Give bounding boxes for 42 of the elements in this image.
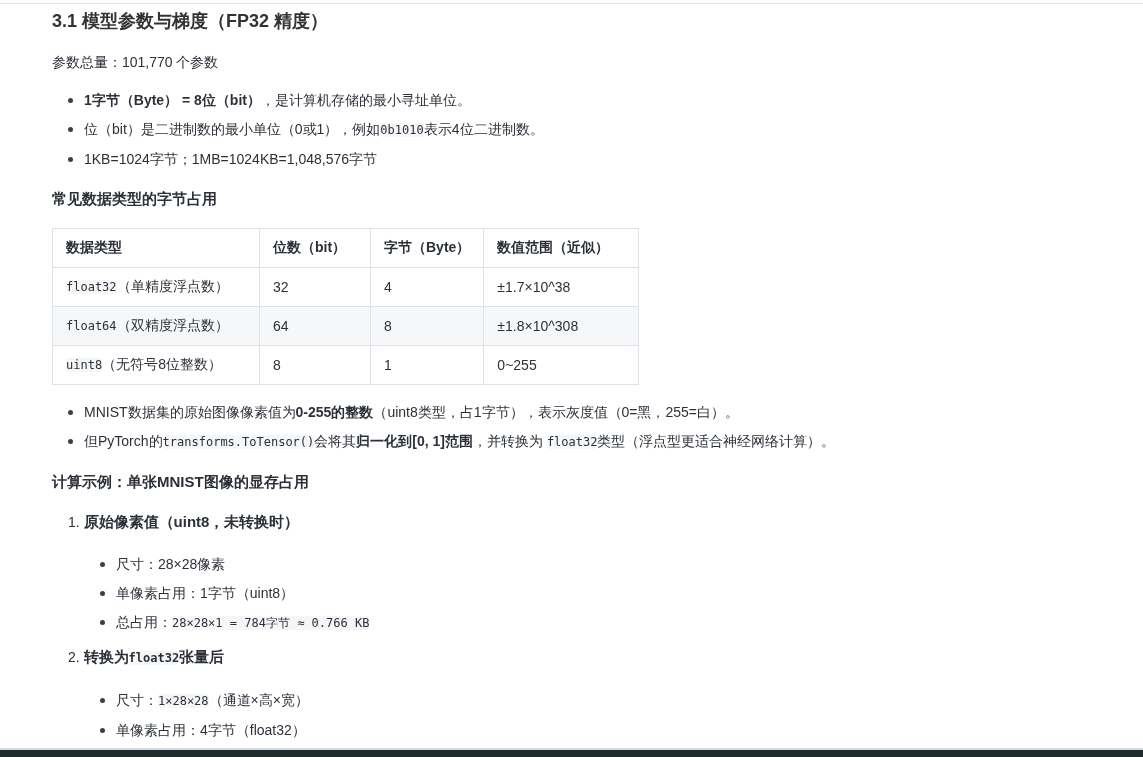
bullet-icon	[68, 127, 73, 132]
table-cell: 8	[370, 306, 484, 346]
table-cell: 0~255	[483, 345, 639, 385]
table-header-cell: 位数（bit）	[259, 228, 371, 268]
bullet-icon	[68, 410, 73, 415]
list-item-text: 1字节（Byte） = 8位（bit），是计算机存储的最小寻址单位。	[84, 92, 471, 108]
list-item-text: 单像素占用：1字节（uint8）	[116, 585, 295, 601]
list-item-text: 但PyTorch的transforms.ToTensor()会将其归一化到[0, 1]范围，并转换为 float32类型（浮点型更适合神经网络计算）。	[84, 433, 836, 449]
table-cell: uint8（无符号8位整数）	[52, 345, 260, 385]
list-item-text: 总占用：28×28×1 = 784字节 ≈ 0.766 KB	[116, 614, 370, 630]
subheading: 计算示例：单张MNIST图像的显存占用	[52, 472, 310, 492]
table-cell: float32（单精度浮点数）	[52, 267, 260, 307]
bullet-icon	[100, 728, 105, 733]
subheading: 常见数据类型的字节占用	[52, 189, 218, 209]
numbered-item-heading: 1. 原始像素值（uint8，未转换时）	[68, 514, 300, 530]
table-cell: float64（双精度浮点数）	[52, 306, 260, 346]
table-cell: ±1.8×10^308	[483, 306, 639, 346]
list-item-text: 位（bit）是二进制数的最小单位（0或1），例如0b1010表示4位二进制数。	[84, 121, 544, 137]
list-item-text: MNIST数据集的原始图像像素值为0-255的整数（uint8类型，占1字节），表示灰度值（0=黑，255=白）。	[84, 404, 739, 420]
table-cell: 4	[370, 267, 484, 307]
table-cell: ±1.7×10^38	[483, 267, 639, 307]
table-header-cell: 数值范围（近似）	[483, 228, 639, 268]
bullet-icon	[68, 439, 73, 444]
table-header-cell: 数据类型	[52, 228, 260, 268]
table-cell: 1	[370, 345, 484, 385]
table-header-cell: 字节（Byte）	[370, 228, 484, 268]
bullet-icon	[68, 98, 73, 103]
list-item-text: 尺寸：28×28像素	[116, 556, 226, 572]
bullet-icon	[100, 620, 105, 625]
list-item-text: 单像素占用：4字节（float32）	[116, 722, 306, 738]
table-cell: 64	[259, 306, 371, 346]
section-heading: 3.1 模型参数与梯度（FP32 精度）	[52, 10, 330, 33]
bullet-icon	[68, 157, 73, 162]
list-item-text: 尺寸：1×28×28（通道×高×宽）	[116, 692, 309, 708]
bullet-icon	[100, 562, 105, 567]
bullet-icon	[100, 591, 105, 596]
table-cell: 8	[259, 345, 371, 385]
table-cell: 32	[259, 267, 371, 307]
list-item-text: 1KB=1024字节；1MB=1024KB=1,048,576字节	[84, 151, 378, 167]
paragraph: 参数总量：101,770 个参数	[52, 53, 220, 72]
bullet-icon	[100, 698, 105, 703]
numbered-item-heading: 2. 转换为float32张量后	[68, 649, 225, 665]
